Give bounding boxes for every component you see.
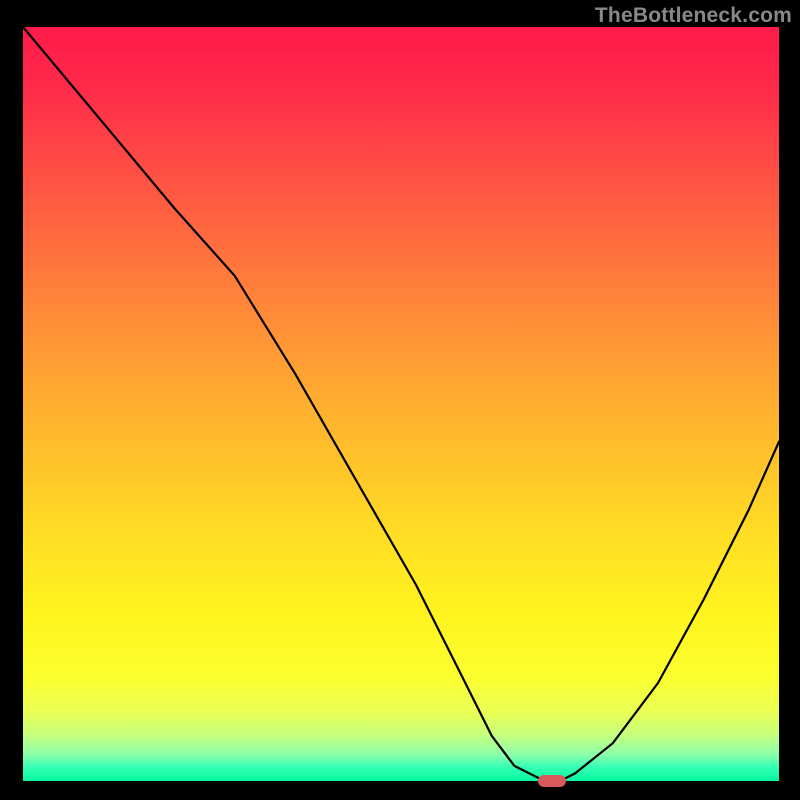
bottleneck-curve	[23, 27, 779, 781]
watermark-text: TheBottleneck.com	[595, 4, 792, 28]
plot-area	[23, 27, 779, 781]
curve-path	[23, 27, 779, 781]
chart-frame: TheBottleneck.com	[0, 0, 800, 800]
optimum-marker	[538, 775, 566, 787]
